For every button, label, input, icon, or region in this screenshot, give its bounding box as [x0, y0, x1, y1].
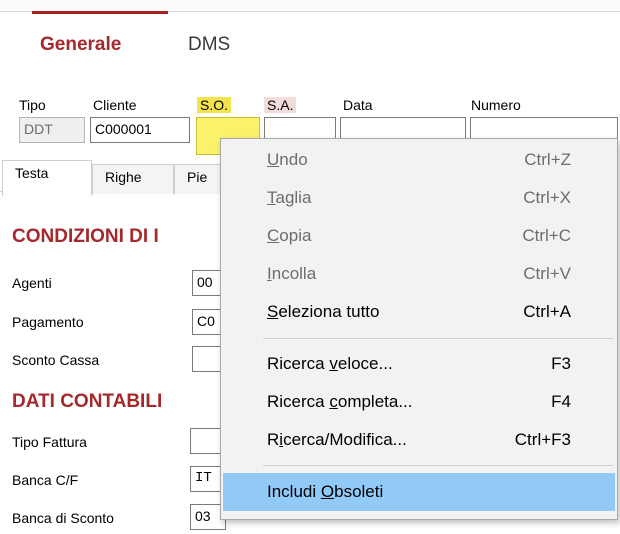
menu-separator — [263, 338, 613, 339]
subtab-righe[interactable]: Righe — [92, 164, 174, 194]
agenti-label: Agenti — [12, 275, 52, 291]
label-cliente: Cliente — [93, 97, 137, 113]
menu-item-label: Ricerca completa... — [267, 392, 413, 411]
label-so: S.O. — [197, 97, 232, 113]
pagamento-label: Pagamento — [12, 314, 84, 330]
label-sa: S.A. — [264, 97, 297, 113]
menu-separator — [263, 465, 613, 466]
menu-item-label: Undo — [267, 150, 308, 169]
menu-item-undo[interactable]: Undo Ctrl+Z — [223, 141, 615, 179]
tipo-fattura-label: Tipo Fattura — [12, 434, 87, 450]
menu-item-ricerca-completa[interactable]: Ricerca completa... F4 — [223, 383, 615, 421]
menu-item-copia[interactable]: Copia Ctrl+C — [223, 217, 615, 255]
menu-item-label: Ricerca veloce... — [267, 354, 393, 373]
menu-item-shortcut: F3 — [551, 354, 571, 373]
subtab-pie[interactable]: Pie — [174, 164, 222, 194]
menu-item-label: Seleziona tutto — [267, 302, 380, 321]
section-condizioni: CONDIZIONI DI I — [12, 226, 159, 247]
label-tipo: Tipo — [19, 97, 46, 113]
cliente-field[interactable]: C000001 — [90, 117, 190, 143]
menu-item-shortcut: F4 — [551, 392, 571, 411]
menu-item-shortcut: Ctrl+Z — [524, 150, 571, 169]
menu-item-seleziona-tutto[interactable]: Seleziona tutto Ctrl+A — [223, 293, 615, 331]
tab-dms[interactable]: DMS — [188, 34, 230, 56]
menu-item-ricerca-veloce[interactable]: Ricerca veloce... F3 — [223, 345, 615, 383]
context-menu: Undo Ctrl+Z Taglia Ctrl+X Copia Ctrl+C I… — [220, 138, 618, 520]
tipo-field: DDT — [19, 117, 85, 143]
menu-item-label: Includi Obsoleti — [267, 482, 384, 501]
active-tab-indicator — [32, 11, 168, 14]
label-numero: Numero — [471, 97, 521, 113]
section-dati-contabili: DATI CONTABILI — [12, 391, 163, 412]
menu-item-shortcut: Ctrl+C — [522, 226, 571, 245]
menu-item-shortcut: Ctrl+V — [523, 264, 571, 283]
menu-item-shortcut: Ctrl+X — [523, 188, 571, 207]
sconto-cassa-label: Sconto Cassa — [12, 352, 100, 368]
menu-item-label: Incolla — [267, 264, 317, 283]
menu-item-shortcut: Ctrl+A — [523, 302, 571, 321]
menu-item-label: Copia — [267, 226, 312, 245]
menu-item-shortcut: Ctrl+F3 — [514, 430, 571, 449]
menu-item-ricerca-modifica[interactable]: Ricerca/Modifica... Ctrl+F3 — [223, 421, 615, 459]
menu-item-label: Taglia — [267, 188, 312, 207]
menu-item-label: Ricerca/Modifica... — [267, 430, 407, 449]
banca-cf-label: Banca C/F — [12, 472, 79, 488]
label-data: Data — [343, 97, 373, 113]
banca-sconto-label: Banca di Sconto — [12, 510, 114, 526]
tab-generale[interactable]: Generale — [40, 34, 121, 56]
menu-item-taglia[interactable]: Taglia Ctrl+X — [223, 179, 615, 217]
menu-item-incolla[interactable]: Incolla Ctrl+V — [223, 255, 615, 293]
subtab-testa[interactable]: Testa — [2, 160, 92, 196]
menu-item-includi-obsoleti[interactable]: Includi Obsoleti — [223, 473, 615, 511]
